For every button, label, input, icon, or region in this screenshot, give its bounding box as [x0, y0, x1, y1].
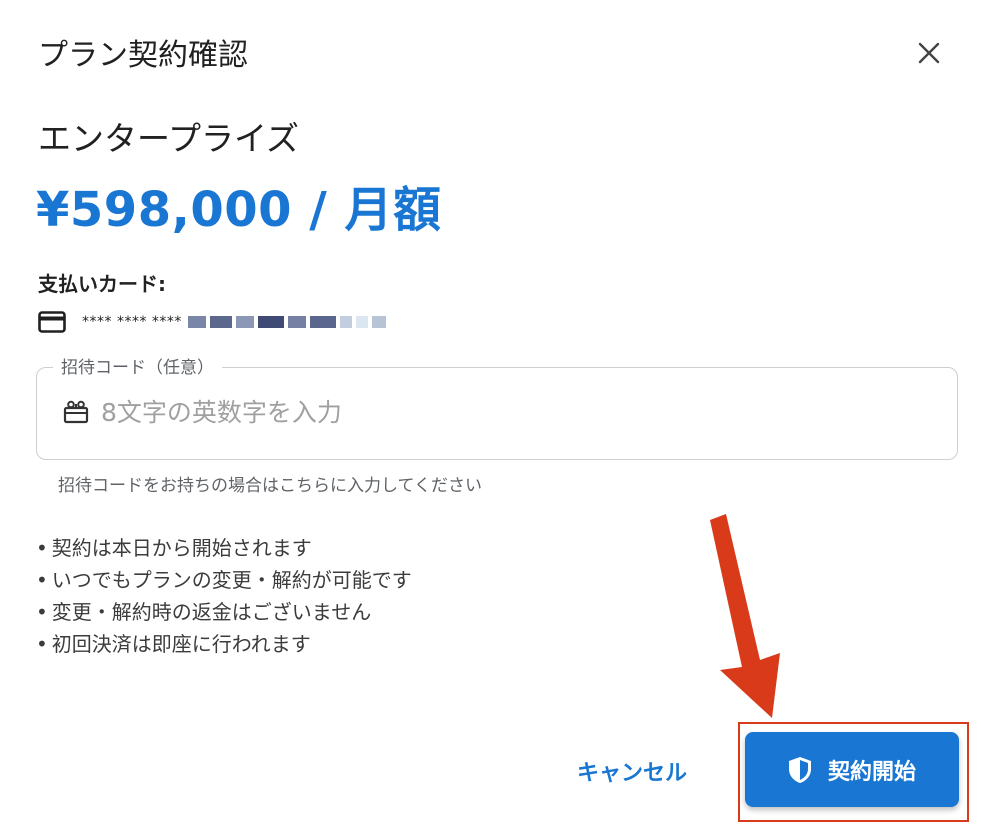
contract-notes: 契約は本日から開始されます いつでもプランの変更・解約が可能です 変更・解約時の… — [36, 532, 412, 660]
plan-price: ¥598,000 / 月額 — [36, 182, 442, 238]
start-contract-button[interactable]: 契約開始 — [745, 732, 959, 807]
card-masked-number: **** **** **** — [82, 314, 182, 330]
note-item: 変更・解約時の返金はございません — [36, 596, 412, 628]
payment-card-label: 支払いカード: — [38, 272, 166, 296]
credit-card-icon — [38, 311, 66, 333]
plan-contract-dialog: プラン契約確認 エンタープライズ ¥598,000 / 月額 支払いカード: *… — [0, 0, 992, 840]
start-contract-label: 契約開始 — [827, 759, 916, 785]
invite-code-input[interactable] — [101, 397, 881, 427]
invite-code-field: 招待コード（任意） — [36, 353, 958, 460]
payment-card-row: **** **** **** — [38, 306, 410, 338]
plan-name: エンタープライズ — [38, 119, 300, 158]
close-button[interactable] — [908, 32, 950, 74]
invite-code-helper-text: 招待コードをお持ちの場合はこちらに入力してください — [58, 476, 482, 496]
card-number-redacted — [187, 307, 410, 337]
invite-code-label: 招待コード（任意） — [53, 353, 222, 378]
note-item: いつでもプランの変更・解約が可能です — [36, 564, 412, 596]
invite-code-input-wrapper[interactable] — [63, 392, 937, 432]
cancel-button[interactable]: キャンセル — [562, 745, 702, 797]
shield-icon — [788, 756, 814, 784]
note-item: 初回決済は即座に行われます — [36, 628, 412, 660]
annotation-arrow-icon — [710, 514, 780, 718]
close-icon[interactable] — [918, 42, 940, 64]
gift-icon — [63, 398, 91, 426]
dialog-title: プラン契約確認 — [38, 38, 248, 73]
note-item: 契約は本日から開始されます — [36, 532, 412, 564]
